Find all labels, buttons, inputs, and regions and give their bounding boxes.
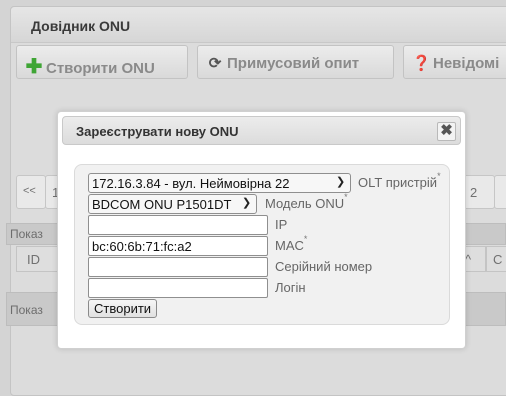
model-select[interactable]: BDCOM ONU P1501DT	[88, 194, 257, 214]
plus-icon: ✚	[25, 56, 43, 78]
show-entries-label-bottom: Показ	[10, 303, 43, 317]
required-mark: *	[344, 192, 348, 202]
create-button[interactable]: Створити	[88, 299, 158, 318]
olt-label: OLT пристрій*	[358, 171, 441, 190]
serial-number-label: Серійний номер	[275, 259, 373, 274]
mac-label: MAC*	[275, 234, 307, 253]
login-label: Логін	[275, 280, 306, 295]
dialog-header: Зареєструвати нову ONU ✖	[62, 116, 461, 145]
olt-select[interactable]: 172.16.3.84 - вул. Неймовірна 22	[88, 173, 351, 193]
unknown-onu-label: Невідомі	[433, 55, 500, 72]
required-mark: *	[437, 171, 441, 181]
required-mark: *	[303, 234, 308, 244]
close-icon[interactable]: ✖	[437, 122, 456, 141]
table-header-right[interactable]: C	[486, 246, 506, 272]
model-label-text: Модель ONU	[265, 196, 345, 211]
ip-label: IP	[275, 217, 288, 232]
first-page-button[interactable]: <<	[16, 175, 46, 209]
force-poll-label: Примусовий опит	[227, 55, 360, 72]
register-onu-dialog: Зареєструвати нову ONU ✖ 172.16.3.84 - в…	[57, 111, 466, 349]
register-onu-form: 172.16.3.84 - вул. Неймовірна 22 ❯ OLT п…	[74, 164, 450, 325]
refresh-icon: ⟳	[208, 55, 222, 72]
panel-title: Довідник ONU	[11, 7, 506, 43]
olt-label-text: OLT пристрій	[358, 175, 438, 190]
login-input[interactable]	[88, 278, 268, 298]
create-onu-label: Створити ONU	[46, 60, 155, 77]
next-page-button[interactable]	[494, 175, 506, 209]
show-entries-label: Показ	[10, 227, 43, 241]
question-icon: ❓	[412, 55, 431, 72]
force-poll-button[interactable]: ⟳ Примусовий опит	[197, 45, 394, 79]
mac-input[interactable]	[88, 236, 268, 256]
serial-number-input[interactable]	[88, 257, 268, 277]
table-header-id[interactable]: ID	[16, 246, 62, 272]
ip-input[interactable]	[88, 215, 268, 235]
dialog-title: Зареєструвати нову ONU	[76, 124, 239, 139]
create-onu-button[interactable]: ✚ Створити ONU	[16, 45, 188, 79]
unknown-onu-button[interactable]: ❓ Невідомі	[403, 45, 506, 79]
model-label: Модель ONU*	[265, 192, 348, 211]
mac-label-text: MAC	[275, 238, 304, 253]
